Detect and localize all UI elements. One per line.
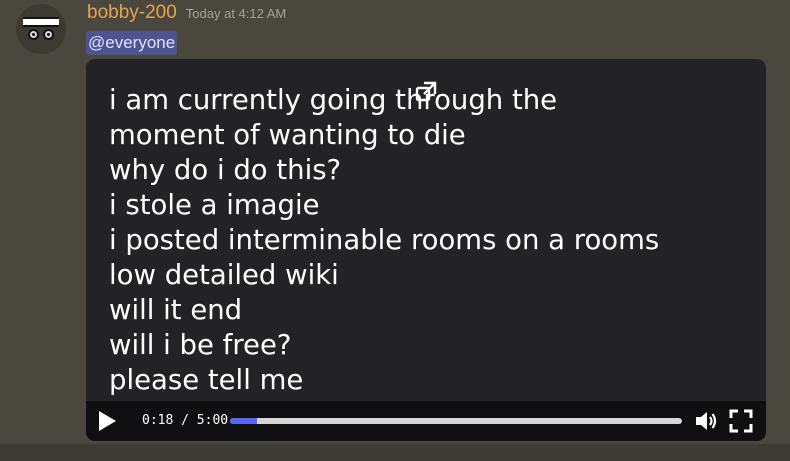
video-line: moment of wanting to die — [109, 119, 466, 151]
avatar-bar — [23, 17, 59, 27]
video-line: i stole a imagie — [109, 189, 320, 221]
video-line: please tell me — [109, 364, 304, 396]
progress-fill — [230, 418, 258, 424]
fullscreen-icon[interactable] — [729, 409, 753, 433]
avatar-eye-right — [43, 29, 54, 40]
video-line: will i be free? — [109, 329, 292, 361]
video-line: i am currently going through the — [109, 84, 558, 116]
video-frame-text: i am currently going through the moment … — [109, 83, 659, 398]
message-header: bobby-200 Today at 4:12 AM — [87, 2, 286, 30]
bottom-bar — [0, 444, 790, 461]
progress-bar[interactable] — [230, 418, 682, 424]
username[interactable]: bobby-200 — [87, 2, 177, 24]
mention-everyone[interactable]: @everyone — [86, 31, 178, 55]
video-line: i posted interminable rooms on a rooms — [109, 224, 660, 256]
external-link-icon[interactable] — [415, 81, 437, 103]
video-controls: 0:18 / 5:00 — [86, 401, 766, 441]
timestamp: Today at 4:12 AM — [185, 6, 287, 21]
avatar[interactable] — [16, 4, 66, 54]
video-player[interactable]: i am currently going through the moment … — [86, 59, 766, 441]
video-line: low detailed wiki — [109, 259, 339, 291]
volume-icon[interactable] — [694, 409, 718, 433]
time-display: 0:18 / 5:00 — [142, 413, 229, 428]
play-icon[interactable] — [95, 409, 119, 433]
video-line: why do i do this? — [109, 154, 342, 186]
video-line: will it end — [109, 294, 243, 326]
avatar-eye-left — [28, 29, 39, 40]
